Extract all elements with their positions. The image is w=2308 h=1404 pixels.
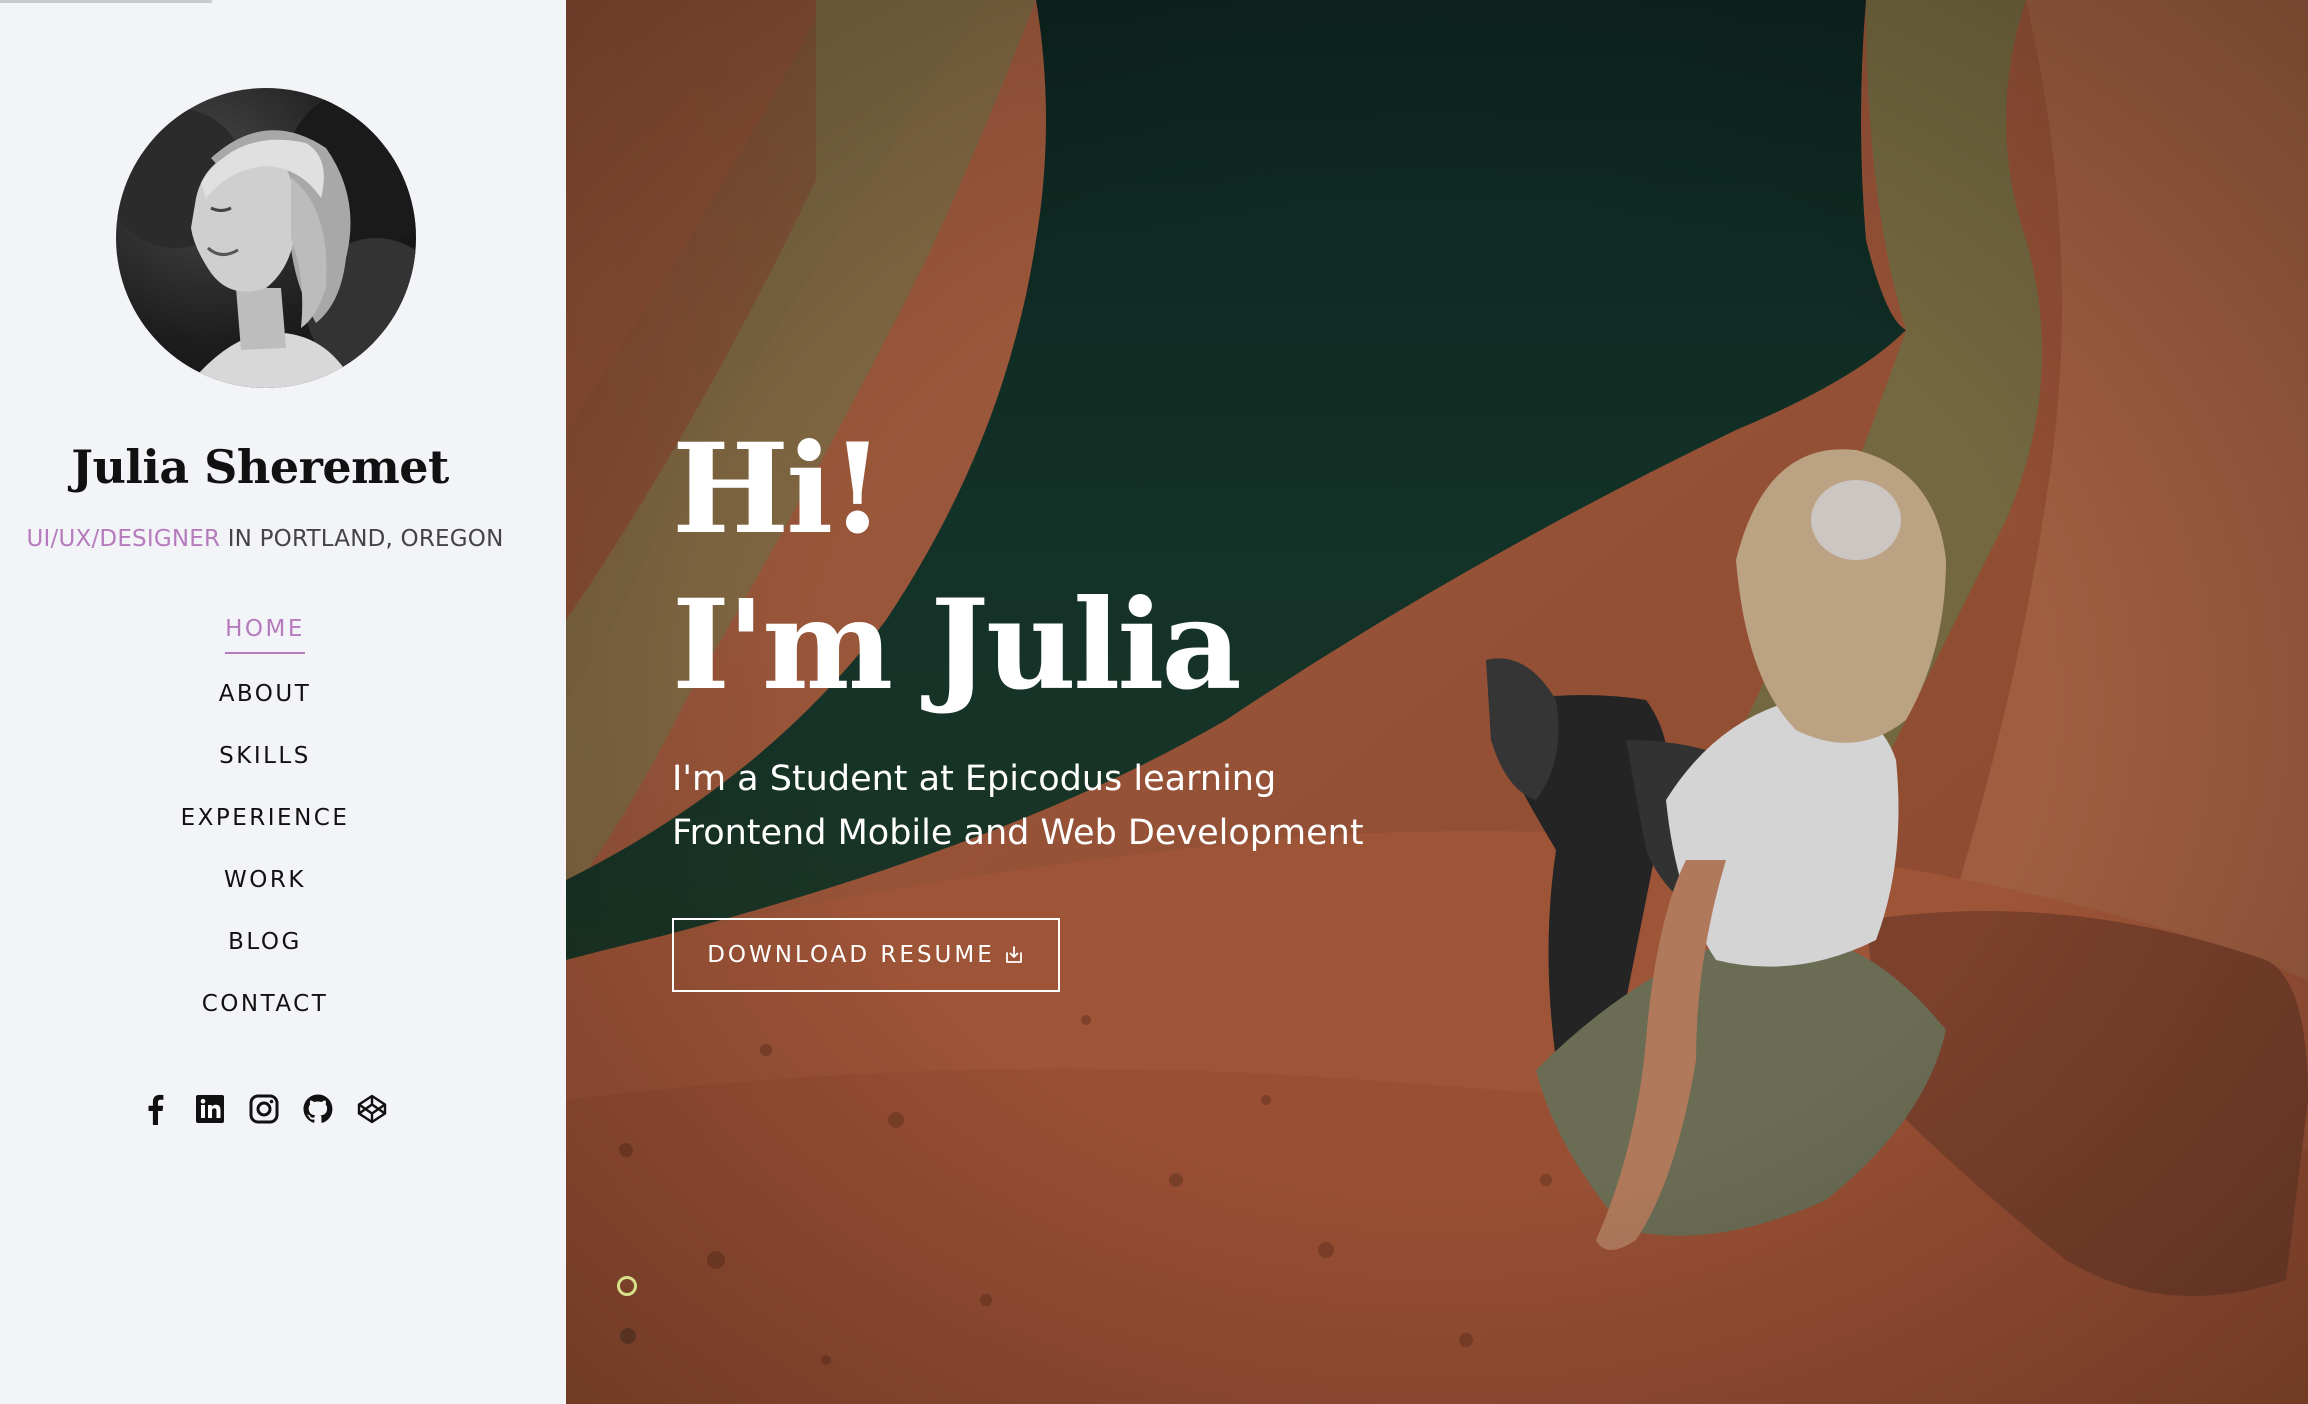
nav-item-home[interactable]: HOME [225,612,305,654]
nav-item-work[interactable]: WORK [224,860,306,906]
avatar [116,88,416,388]
hero-subtitle-line-2: Frontend Mobile and Web Development [672,813,1364,853]
hero-section: Hi! I'm Julia I'm a Student at Epicodus … [566,0,2308,1404]
social-links [140,1093,388,1125]
hero-subtitle-line-1: I'm a Student at Epicodus learning [672,759,1277,799]
profile-tagline: UI/UX/DESIGNER IN PORTLAND, OREGON [0,526,530,552]
scroll-indicator[interactable] [620,1328,636,1344]
hero-title: Hi! I'm Julia [672,412,1242,724]
nav-item-blog[interactable]: BLOG [228,922,302,968]
hero-title-line-1: Hi! [672,417,885,562]
download-icon [1005,946,1022,963]
nav-item-skills[interactable]: SKILLS [219,736,311,782]
github-icon[interactable] [302,1093,334,1125]
instagram-icon[interactable] [248,1093,280,1125]
profile-role: UI/UX/DESIGNER [26,526,221,552]
top-bar-sliver [0,0,212,3]
avatar-photo [116,88,416,388]
main-nav: HOME ABOUT SKILLS EXPERIENCE WORK BLOG C… [0,612,530,1046]
profile-location: IN PORTLAND, OREGON [220,526,504,552]
sidebar: Julia Sheremet UI/UX/DESIGNER IN PORTLAN… [0,0,566,1404]
download-resume-label: DOWNLOAD RESUME [707,942,995,968]
hero-title-line-2: I'm Julia [672,573,1242,718]
nav-item-experience[interactable]: EXPERIENCE [181,798,350,844]
hero-subtitle: I'm a Student at Epicodus learning Front… [672,752,1432,860]
download-resume-button[interactable]: DOWNLOAD RESUME [672,918,1060,992]
nav-item-about[interactable]: ABOUT [219,674,312,720]
codepen-icon[interactable] [356,1093,388,1125]
facebook-icon[interactable] [140,1093,172,1125]
linkedin-icon[interactable] [194,1093,226,1125]
scroll-indicator-active[interactable] [617,1276,637,1296]
nav-item-contact[interactable]: CONTACT [202,984,329,1030]
profile-name: Julia Sheremet [71,440,449,494]
